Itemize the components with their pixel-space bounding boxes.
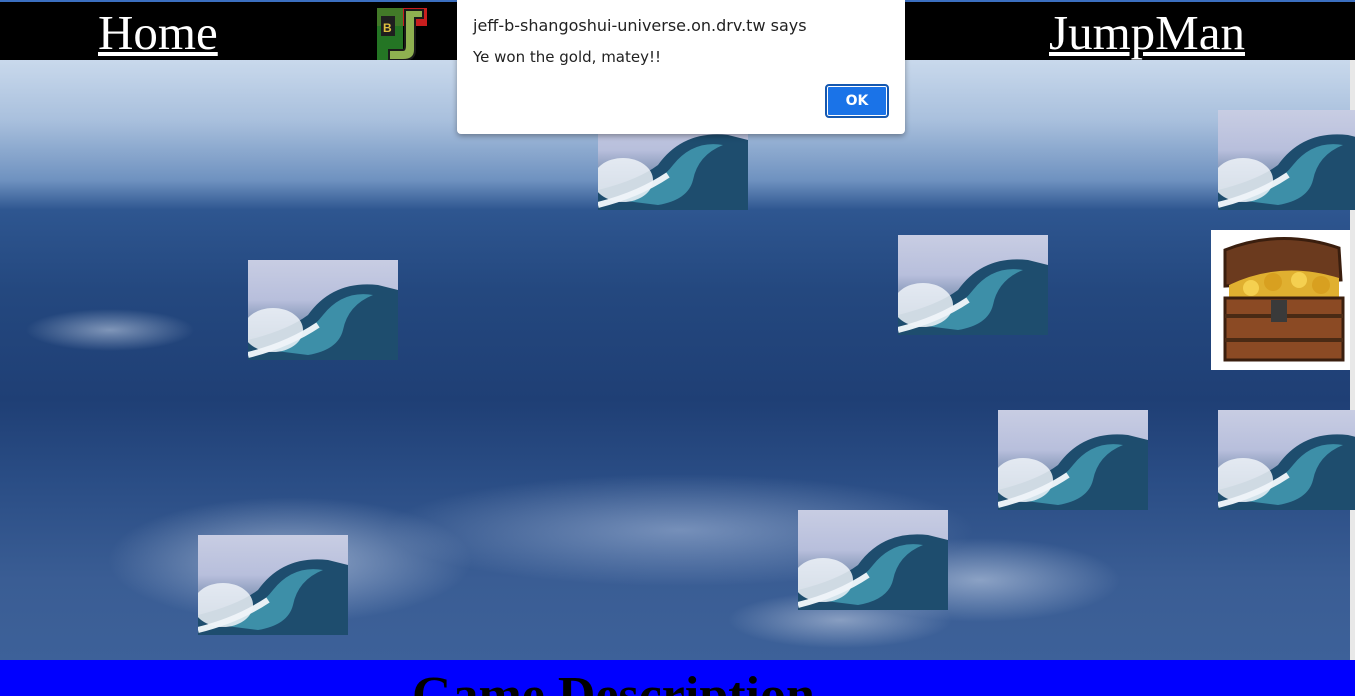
alert-dialog: jeff-b-shangoshui-universe.on.drv.tw say… [457, 0, 905, 134]
svg-text:B: B [383, 21, 392, 35]
jb-logo-icon: B [377, 8, 427, 61]
wave-icon[interactable] [798, 510, 948, 610]
wave-icon[interactable] [898, 235, 1048, 335]
jumpman-link[interactable]: JumpMan [1049, 4, 1245, 62]
wave-icon[interactable] [998, 410, 1148, 510]
alert-origin: jeff-b-shangoshui-universe.on.drv.tw say… [473, 16, 807, 35]
home-link[interactable]: Home [98, 4, 218, 62]
treasure-chest-icon[interactable] [1211, 230, 1350, 370]
wave-icon[interactable] [1218, 410, 1355, 510]
footer-bar: Game Description [0, 660, 1355, 696]
ok-button[interactable]: OK [825, 84, 889, 118]
wave-icon[interactable] [1218, 110, 1355, 210]
alert-message: Ye won the gold, matey!! [473, 48, 662, 66]
game-description-heading: Game Description [412, 667, 815, 696]
wave-icon[interactable] [248, 260, 398, 360]
wave-icon[interactable] [198, 535, 348, 635]
